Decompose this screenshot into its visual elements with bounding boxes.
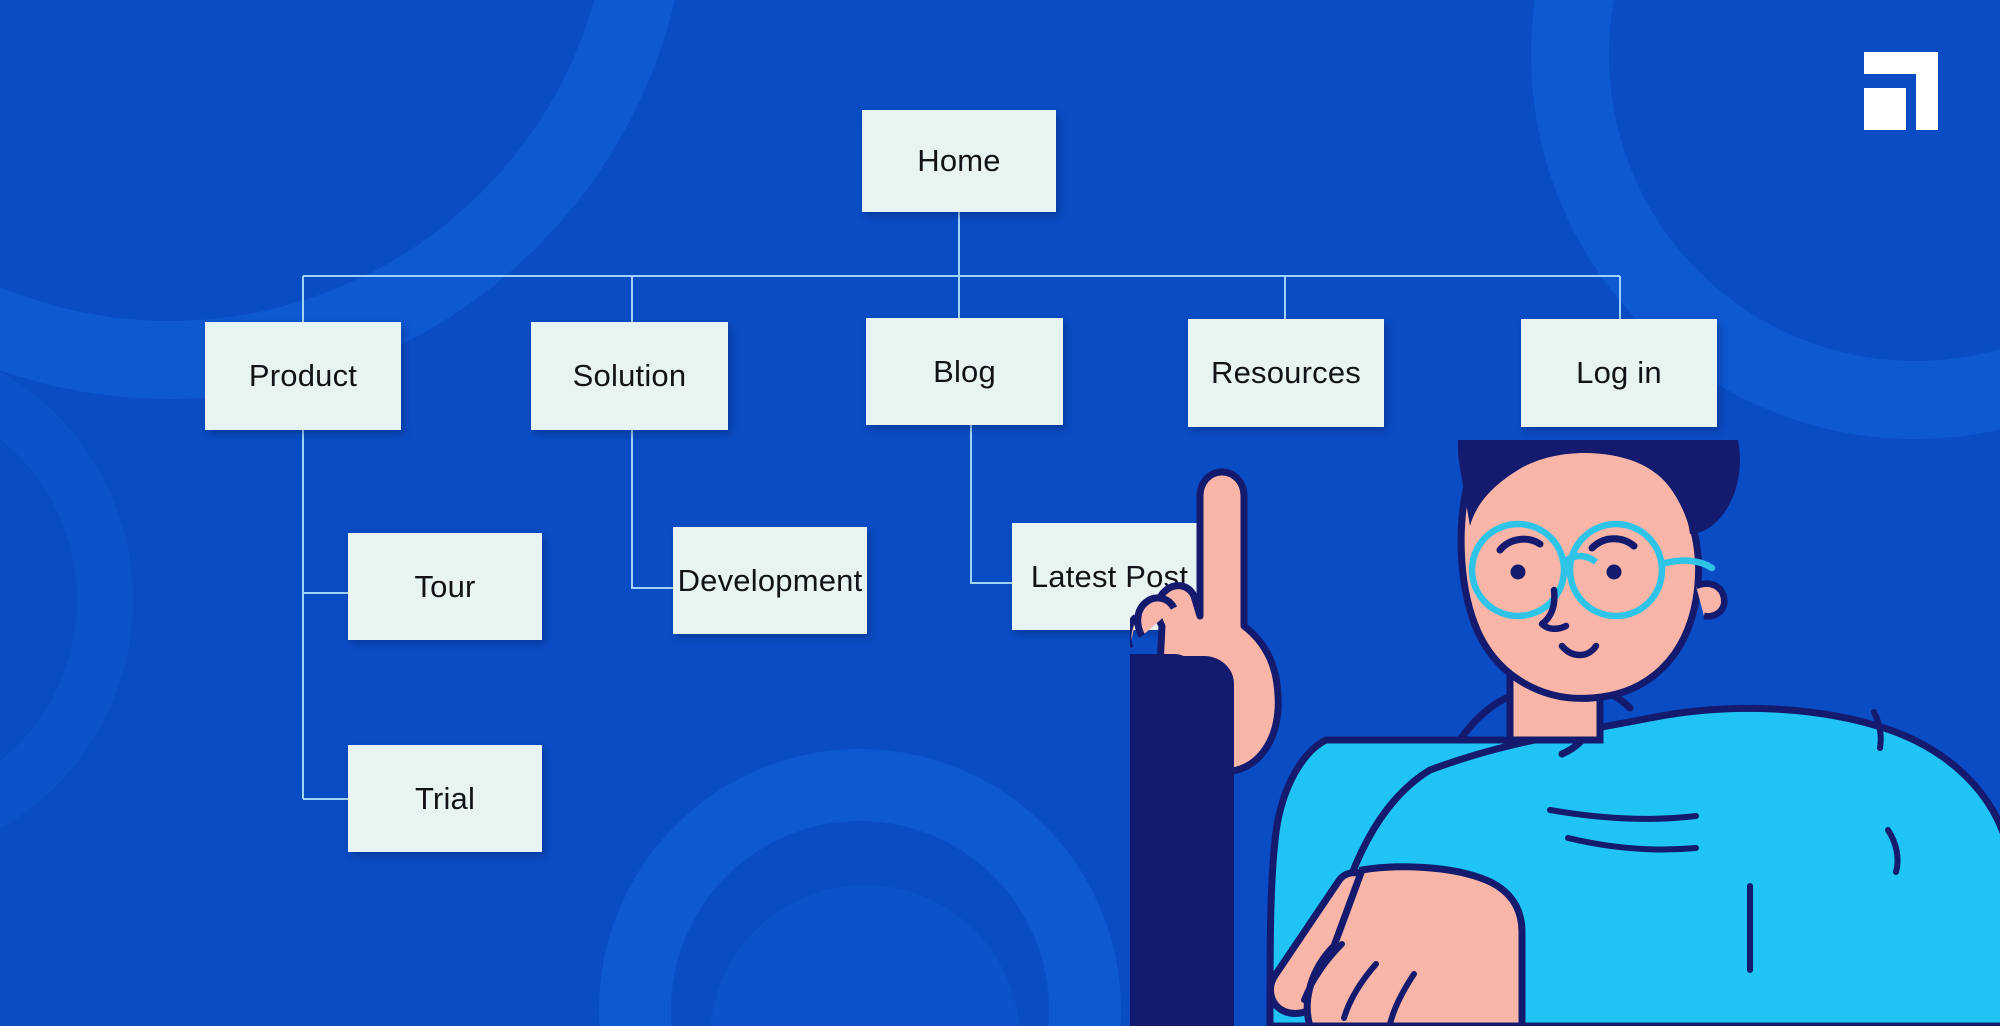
sitemap-node-login[interactable]: Log in (1521, 319, 1717, 427)
sitemap-node-product[interactable]: Product (205, 322, 401, 430)
sitemap-node-label: Tour (414, 568, 476, 604)
sitemap-node-label: Resources (1211, 355, 1361, 390)
sitemap-node-label: Trial (414, 780, 476, 816)
sitemap-node-label: Log in (1576, 355, 1662, 390)
sitemap-node-label: Home (917, 143, 1001, 178)
illustration-head (1457, 440, 1740, 744)
illustration-svg (1130, 440, 2000, 1026)
sitemap-node-label: Product (248, 358, 358, 393)
sitemap-node-resources[interactable]: Resources (1188, 319, 1384, 427)
sitemap-node-blog[interactable]: Blog (866, 318, 1063, 425)
sitemap-node-solution[interactable]: Solution (531, 322, 728, 430)
sitemap-node-development[interactable]: Development (673, 527, 867, 634)
sitemap-node-home[interactable]: Home (862, 110, 1056, 212)
illustration-laptop-main (1130, 656, 1234, 1026)
sitemap-node-tour[interactable]: Tour (348, 533, 542, 640)
sitemap-node-label: Solution (572, 358, 687, 393)
illustration-man-pointing-with-laptop (1130, 440, 2000, 1026)
sitemap-node-label: Development (677, 562, 863, 598)
sitemap-node-label: Blog (933, 353, 996, 389)
brand-logo-icon (1864, 52, 1938, 130)
sitemap-node-trial[interactable]: Trial (348, 745, 542, 852)
brand-logo[interactable] (1858, 52, 1938, 130)
